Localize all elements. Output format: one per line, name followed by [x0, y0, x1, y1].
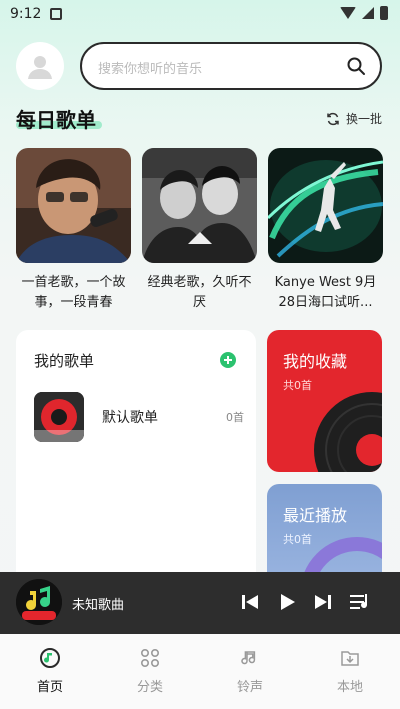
- status-time: 9:12: [10, 6, 42, 22]
- cover-image: [268, 148, 383, 263]
- tab-category[interactable]: 分类: [100, 634, 200, 709]
- tab-home[interactable]: 首页: [0, 634, 100, 709]
- bell-music-icon: [241, 651, 256, 665]
- user-icon: [28, 56, 52, 79]
- refresh-label: 换一批: [345, 112, 382, 126]
- daily-card-caption: 一首老歌，一个故事，一段青春: [21, 275, 126, 310]
- tab-label: 分类: [136, 680, 163, 695]
- playlist-cover: [34, 392, 84, 442]
- tab-label: 铃声: [236, 680, 263, 695]
- bottom-tab-bar: 首页 分类 铃声 本地: [0, 634, 400, 709]
- search-bar[interactable]: 搜索你想听的音乐: [80, 42, 382, 90]
- refresh-icon: [327, 112, 339, 125]
- favorites-title: 我的收藏: [283, 352, 348, 371]
- recent-count: 共0首: [283, 533, 312, 546]
- music-note-icon: [40, 648, 60, 668]
- daily-playlist-title: 每日歌单: [16, 108, 96, 132]
- status-bar: 9:12: [0, 0, 400, 30]
- playlist-name: 默认歌单: [102, 410, 158, 426]
- search-placeholder: 搜索你想听的音乐: [98, 62, 203, 77]
- tab-label: 本地: [336, 680, 363, 695]
- search-icon[interactable]: [346, 56, 366, 76]
- status-icons: [340, 6, 388, 20]
- daily-card-caption: 经典老歌，久听不厌: [147, 275, 252, 310]
- playlist-item[interactable]: 默认歌单 0首: [34, 392, 244, 442]
- recent-title: 最近播放: [283, 506, 348, 525]
- favorites-count: 共0首: [283, 379, 312, 392]
- daily-card[interactable]: Kanye West 9月28日海口试听...: [268, 148, 383, 313]
- avatar[interactable]: [16, 42, 64, 90]
- player-song-title: 未知歌曲: [72, 598, 125, 613]
- download-folder-icon: [341, 651, 359, 666]
- grid-icon: [140, 648, 160, 668]
- next-icon[interactable]: [311, 590, 335, 614]
- wifi-icon: [340, 7, 356, 19]
- refresh-button[interactable]: 换一批: [326, 110, 382, 127]
- notification-icon: [50, 8, 62, 20]
- playlist-icon[interactable]: [348, 590, 372, 614]
- my-playlists-title: 我的歌单: [34, 352, 95, 370]
- playlist-count: 0首: [226, 411, 244, 424]
- player-cover[interactable]: [16, 579, 62, 625]
- daily-card-caption: Kanye West 9月28日海口试听...: [274, 275, 377, 310]
- cover-image: [142, 148, 257, 263]
- mini-player[interactable]: 未知歌曲: [0, 572, 400, 634]
- previous-icon[interactable]: [238, 590, 262, 614]
- cover-image: [16, 148, 131, 263]
- favorites-card[interactable]: 我的收藏 共0首: [267, 330, 382, 472]
- daily-card[interactable]: 经典老歌，久听不厌: [142, 148, 257, 313]
- tab-local[interactable]: 本地: [300, 634, 400, 709]
- add-playlist-icon[interactable]: [220, 352, 236, 368]
- tab-label: 首页: [36, 680, 63, 695]
- signal-icon: [362, 7, 374, 19]
- battery-icon: [380, 6, 388, 20]
- play-icon[interactable]: [275, 590, 299, 614]
- daily-card[interactable]: 一首老歌，一个故事，一段青春: [16, 148, 131, 313]
- tab-ringtone[interactable]: 铃声: [200, 634, 300, 709]
